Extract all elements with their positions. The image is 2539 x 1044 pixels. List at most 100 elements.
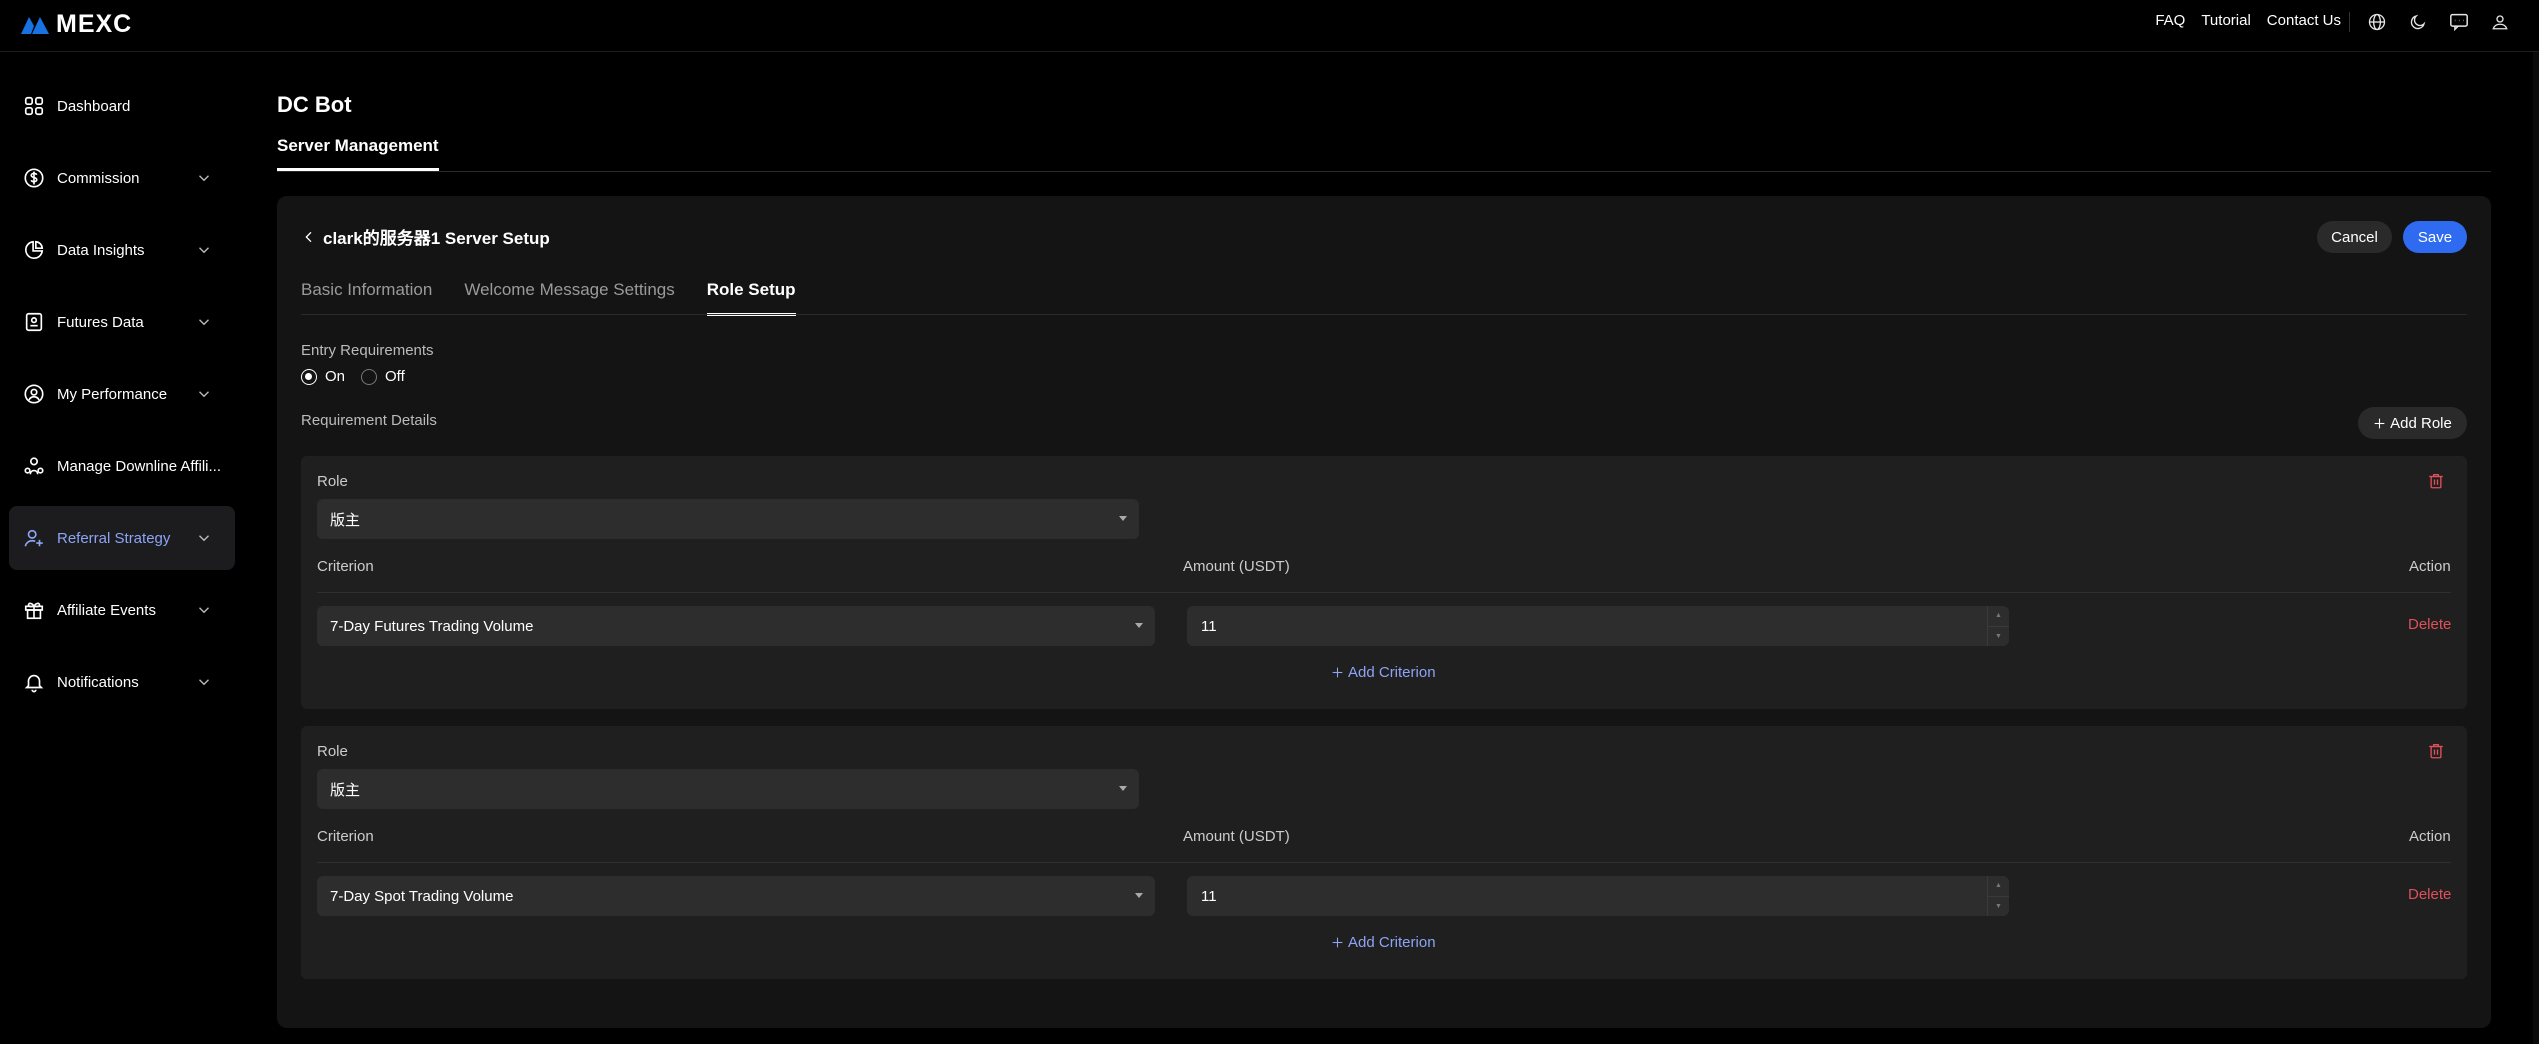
plus-icon <box>2374 418 2385 428</box>
criterion-select-value: 7-Day Futures Trading Volume <box>330 617 534 635</box>
user-icon[interactable] <box>2489 11 2511 33</box>
amount-input[interactable]: 11 ▲ ▼ <box>1187 876 2009 916</box>
criterion-select[interactable]: 7-Day Futures Trading Volume <box>317 606 1155 646</box>
save-button[interactable]: Save <box>2403 221 2467 253</box>
page-scrollbar[interactable] <box>2533 52 2539 1044</box>
amount-input-value: 11 <box>1201 887 1217 905</box>
sidebar-item-label: Data Insights <box>57 241 145 259</box>
sidebar-item-data-insights[interactable]: Data Insights <box>9 218 235 282</box>
chevron-left-icon <box>305 231 312 242</box>
tab-server-management[interactable]: Server Management <box>277 136 439 171</box>
role-label: Role <box>317 743 348 760</box>
action-header: Action <box>2409 828 2451 845</box>
trash-icon[interactable] <box>2427 472 2447 492</box>
criterion-select[interactable]: 7-Day Spot Trading Volume <box>317 876 1155 916</box>
add-criterion-button[interactable]: Add Criterion <box>1331 664 1436 681</box>
entry-requirements-label: Entry Requirements <box>301 342 434 359</box>
add-criterion-label: Add Criterion <box>1348 664 1436 681</box>
gift-icon <box>23 599 45 621</box>
sidebar-item-my-performance[interactable]: My Performance <box>9 362 235 426</box>
amount-input-value: 11 <box>1201 617 1217 635</box>
entry-requirements-radio-group: On Off <box>301 368 405 385</box>
role-card: Role 版主 Criterion Amount (USDT) Action 7… <box>301 456 2467 709</box>
brand-name: MEXC <box>56 10 133 38</box>
plus-icon <box>1332 667 1343 678</box>
add-criterion-label: Add Criterion <box>1348 934 1436 951</box>
step-down-icon[interactable]: ▼ <box>1988 895 2009 917</box>
amount-stepper[interactable]: ▲ ▼ <box>1987 606 2009 646</box>
amount-header: Amount (USDT) <box>1183 558 1290 575</box>
amount-header: Amount (USDT) <box>1183 828 1290 845</box>
team-icon <box>23 455 45 477</box>
sidebar-item-label: Commission <box>57 169 140 187</box>
sidebar-item-label: My Performance <box>57 385 168 403</box>
sidebar-item-dashboard[interactable]: Dashboard <box>9 74 235 138</box>
setup-tabs: Basic Information Welcome Message Settin… <box>301 280 796 316</box>
role-card: Role 版主 Criterion Amount (USDT) Action 7… <box>301 726 2467 979</box>
delete-criterion-link[interactable]: Delete <box>2408 616 2451 633</box>
sidebar-item-label: Futures Data <box>57 313 144 331</box>
plus-icon <box>1332 937 1343 948</box>
page-title: DC Bot <box>277 92 352 117</box>
user-add-icon <box>23 527 45 549</box>
contact-us-link[interactable]: Contact Us <box>2267 12 2341 29</box>
faq-link[interactable]: FAQ <box>2155 12 2185 29</box>
role-select-value: 版主 <box>330 511 361 529</box>
amount-stepper[interactable]: ▲ ▼ <box>1987 876 2009 916</box>
sidebar-item-label: Referral Strategy <box>57 529 171 547</box>
mexc-logo[interactable]: MEXC <box>20 10 132 39</box>
server-setup-panel: clark的服务器1 Server Setup Cancel Save Basi… <box>277 196 2491 1028</box>
chevron-down-icon <box>195 601 213 619</box>
mexc-logo-icon <box>21 16 49 34</box>
add-role-label: Add Role <box>2390 414 2452 432</box>
add-criterion-button[interactable]: Add Criterion <box>1331 934 1436 951</box>
tutorial-link[interactable]: Tutorial <box>2201 12 2250 29</box>
subtab-divider <box>301 314 2467 315</box>
radio-off[interactable]: Off <box>361 368 405 385</box>
chevron-down-icon <box>195 169 213 187</box>
document-icon <box>23 311 45 333</box>
top-navbar: MEXC FAQ Tutorial Contact Us <box>0 0 2539 52</box>
role-select-value: 版主 <box>330 781 361 799</box>
criterion-header: Criterion <box>317 558 374 575</box>
sidebar-item-commission[interactable]: Commission <box>9 146 235 210</box>
pie-chart-icon <box>23 239 45 261</box>
role-label: Role <box>317 473 348 490</box>
sidebar-item-label: Manage Downline Affili... <box>57 457 221 475</box>
chevron-down-icon <box>195 673 213 691</box>
cancel-button[interactable]: Cancel <box>2317 221 2392 253</box>
step-down-icon[interactable]: ▼ <box>1988 625 2009 647</box>
grid-icon <box>23 95 45 117</box>
amount-input[interactable]: 11 ▲ ▼ <box>1187 606 2009 646</box>
globe-icon[interactable] <box>2366 11 2388 33</box>
sidebar-item-futures-data[interactable]: Futures Data <box>9 290 235 354</box>
moon-icon[interactable] <box>2407 11 2429 33</box>
sidebar-item-referral-strategy[interactable]: Referral Strategy <box>9 506 235 570</box>
sidebar-item-label: Affiliate Events <box>57 601 156 619</box>
radio-on[interactable]: On <box>301 368 345 385</box>
sidebar-item-manage-downline[interactable]: Manage Downline Affili... <box>9 434 235 498</box>
add-role-button[interactable]: Add Role <box>2358 407 2467 439</box>
tab-welcome-message-settings[interactable]: Welcome Message Settings <box>464 280 674 316</box>
criterion-header: Criterion <box>317 828 374 845</box>
sidebar-item-label: Dashboard <box>57 97 131 115</box>
criteria-header-divider <box>317 592 2451 593</box>
tab-role-setup[interactable]: Role Setup <box>706 280 796 316</box>
chat-icon[interactable] <box>2448 11 2470 33</box>
action-header: Action <box>2409 558 2451 575</box>
bell-icon <box>23 671 45 693</box>
criterion-select-value: 7-Day Spot Trading Volume <box>330 887 514 905</box>
delete-criterion-link[interactable]: Delete <box>2408 886 2451 903</box>
radio-off-label: Off <box>385 368 405 385</box>
step-up-icon[interactable]: ▲ <box>1988 606 2009 626</box>
step-up-icon[interactable]: ▲ <box>1988 876 2009 896</box>
sidebar-item-notifications[interactable]: Notifications <box>9 650 235 714</box>
back-button[interactable]: clark的服务器1 Server Setup <box>301 224 550 249</box>
role-select[interactable]: 版主 <box>317 769 1139 809</box>
role-select[interactable]: 版主 <box>317 499 1139 539</box>
chevron-down-icon <box>195 385 213 403</box>
tab-basic-information[interactable]: Basic Information <box>301 280 432 316</box>
trash-icon[interactable] <box>2427 742 2447 762</box>
sidebar-item-affiliate-events[interactable]: Affiliate Events <box>9 578 235 642</box>
criteria-header-divider <box>317 862 2451 863</box>
